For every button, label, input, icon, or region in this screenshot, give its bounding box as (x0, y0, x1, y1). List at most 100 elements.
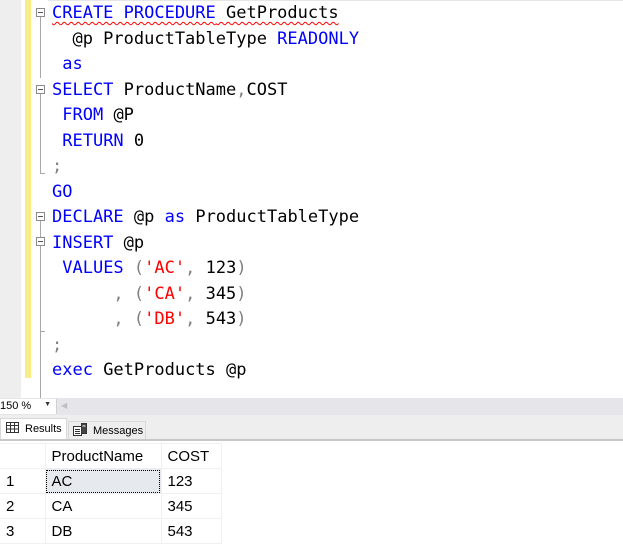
row-number[interactable]: 3 (0, 518, 46, 544)
table-row[interactable]: 2 CA 345 (0, 493, 222, 519)
table-row[interactable]: 1 AC 123 (0, 468, 222, 494)
sql-keyword: VALUES (62, 258, 124, 278)
row-number[interactable]: 1 (0, 468, 46, 494)
code-token: , (185, 283, 196, 304)
column-header[interactable]: ProductName (44, 443, 162, 469)
outline-line (40, 94, 41, 173)
sql-keyword: FROM (62, 105, 104, 125)
collapse-icon[interactable] (36, 237, 45, 246)
tab-messages[interactable]: Messages (68, 421, 146, 439)
column-header[interactable]: COST (160, 443, 222, 469)
code-token: ) (236, 283, 247, 304)
code-token: 345 (195, 283, 237, 304)
code-line[interactable]: FROM @P (52, 103, 359, 129)
code-token: , (185, 309, 196, 329)
cell[interactable]: 345 (160, 493, 222, 519)
collapse-icon[interactable] (36, 8, 45, 17)
code-line[interactable]: ; (52, 154, 359, 180)
code-token: @p (113, 232, 145, 253)
line-gutter (0, 0, 21, 398)
code-line[interactable]: , ('CA', 345) (52, 282, 359, 308)
cell[interactable]: 123 (160, 468, 222, 494)
code-token: , (185, 258, 196, 278)
code-line[interactable]: INSERT @p (52, 231, 359, 257)
outline-line (40, 221, 41, 237)
code-line[interactable]: , ('DB', 543) (52, 307, 359, 333)
code-token: 543 (195, 309, 237, 329)
string-literal: 'CA' (144, 283, 186, 304)
sql-keyword: as (164, 207, 186, 227)
code-token: @P (103, 105, 134, 125)
code-token: GetProducts @p (92, 360, 247, 380)
code-token: , (236, 79, 247, 100)
code-line[interactable]: VALUES ('AC', 123) (52, 256, 359, 282)
code-token: , (52, 309, 124, 329)
row-number-header (0, 443, 46, 469)
outline-end (40, 331, 45, 332)
sql-keyword: INSERT (52, 232, 114, 253)
row-number[interactable]: 2 (0, 493, 46, 519)
cell[interactable]: DB (44, 518, 162, 544)
code-token: ) (236, 309, 247, 329)
collapse-icon[interactable] (36, 212, 45, 221)
code-token: ; (52, 156, 63, 176)
outline-line (40, 17, 41, 78)
code-token: ProductTableType (185, 207, 360, 227)
code-token: ProductName (113, 79, 237, 100)
code-line[interactable]: RETURN 0 (52, 129, 359, 155)
results-table: ProductName COST 1 AC 123 2 CA 345 3 DB … (0, 443, 222, 544)
query-editor[interactable]: CREATE PROCEDURE GetProducts @p ProductT… (0, 0, 623, 398)
sql-keyword: GO (52, 181, 73, 202)
change-tracking-bar (25, 0, 31, 378)
sql-keyword: CREATE PROCEDURE (52, 3, 216, 23)
code-token: 0 (123, 130, 145, 151)
code-line[interactable]: @p ProductTableType READONLY (52, 27, 359, 53)
messages-icon (73, 422, 87, 439)
code-token: @p (123, 207, 165, 227)
sql-keyword: exec (52, 360, 93, 380)
sql-keyword: RETURN (62, 130, 124, 151)
code-token: ) (236, 258, 247, 278)
header-row: ProductName COST (0, 443, 222, 469)
scroll-left-icon[interactable]: ◀ (61, 401, 67, 410)
grid-icon (6, 422, 19, 436)
sql-keyword: SELECT (52, 79, 114, 100)
code-token: , (52, 283, 124, 304)
zoom-level: 150 % (0, 400, 32, 412)
zoom-dropdown[interactable]: 150 % ▼ (0, 399, 57, 414)
code-token: ; (52, 334, 63, 355)
code-line[interactable]: as (52, 52, 359, 78)
code-line[interactable]: CREATE PROCEDURE GetProducts (52, 1, 359, 27)
editor-status-bar: 150 % ▼ ◀ (0, 398, 623, 415)
sql-code[interactable]: CREATE PROCEDURE GetProducts @p ProductT… (52, 1, 359, 384)
code-token: 123 (195, 258, 237, 278)
string-literal: 'AC' (144, 258, 186, 278)
code-token: GetProducts (215, 3, 339, 23)
code-line[interactable]: exec GetProducts @p (52, 358, 359, 384)
results-grid[interactable]: ProductName COST 1 AC 123 2 CA 345 3 DB … (0, 441, 623, 546)
code-line[interactable]: ; (52, 333, 359, 359)
code-line[interactable]: GO (52, 180, 359, 206)
code-token: ( (123, 309, 145, 329)
outline-end (40, 173, 45, 174)
code-token: @p ProductTableType (52, 28, 278, 49)
tab-messages-label: Messages (93, 424, 144, 437)
code-line[interactable]: DECLARE @p as ProductTableType (52, 205, 359, 231)
code-line[interactable]: SELECT ProductName,COST (52, 78, 359, 104)
chevron-down-icon: ▼ (44, 401, 51, 408)
sql-keyword: READONLY (277, 28, 360, 49)
results-tabs: Results Messages (0, 415, 623, 441)
tab-results[interactable]: Results (0, 418, 67, 439)
outline-line (40, 246, 41, 398)
cell[interactable]: AC (44, 468, 162, 494)
collapse-icon[interactable] (36, 85, 45, 94)
table-row[interactable]: 3 DB 543 (0, 518, 222, 544)
cell[interactable]: CA (44, 493, 162, 519)
tab-results-label: Results (25, 423, 62, 435)
code-token: COST (246, 79, 288, 100)
cell[interactable]: 543 (160, 518, 222, 544)
